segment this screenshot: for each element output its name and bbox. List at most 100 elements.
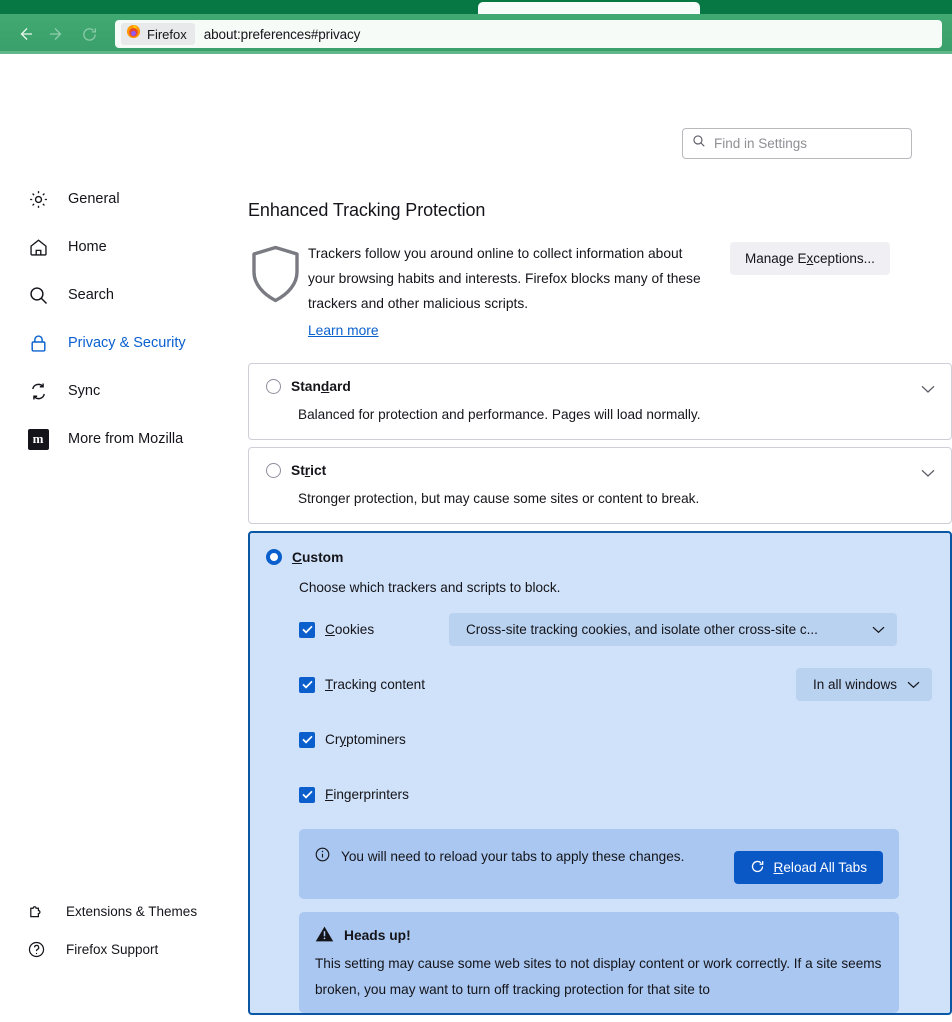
search-icon bbox=[27, 284, 49, 306]
lock-icon bbox=[27, 332, 49, 354]
checkbox-tracking-content[interactable] bbox=[299, 677, 315, 693]
gear-icon bbox=[27, 188, 49, 210]
cookies-select[interactable]: Cross-site tracking cookies, and isolate… bbox=[449, 613, 897, 646]
sidebar-item-more-from-mozilla[interactable]: m More from Mozilla bbox=[0, 422, 248, 456]
reload-tabs-notice: You will need to reload your tabs to app… bbox=[299, 829, 899, 899]
mozilla-icon: m bbox=[27, 428, 49, 450]
reload-icon bbox=[81, 26, 98, 43]
cryptominers-label: Cryptominers bbox=[325, 732, 406, 747]
reload-button[interactable] bbox=[74, 19, 104, 49]
arrow-right-icon bbox=[48, 25, 66, 43]
shield-icon bbox=[248, 241, 308, 310]
warning-header: Heads up! bbox=[315, 925, 883, 946]
sidebar-item-sync[interactable]: Sync bbox=[0, 374, 248, 408]
info-circle-icon bbox=[315, 847, 330, 867]
fingerprinters-label: Fingerprinters bbox=[325, 787, 409, 802]
tracking-content-select-wrap: In all windows bbox=[449, 668, 932, 701]
chevron-down-icon[interactable] bbox=[921, 465, 935, 483]
standard-header: Standard bbox=[266, 379, 933, 394]
sidebar-item-home[interactable]: Home bbox=[0, 230, 248, 264]
forward-button[interactable] bbox=[42, 19, 72, 49]
tab-strip bbox=[0, 0, 952, 14]
protection-level-strict[interactable]: Strict Stronger protection, but may caus… bbox=[248, 447, 952, 524]
home-icon bbox=[27, 236, 49, 258]
puzzle-icon bbox=[26, 901, 46, 921]
option-row-fingerprinters: Fingerprinters bbox=[299, 774, 932, 815]
sidebar-item-label: Extensions & Themes bbox=[66, 904, 197, 919]
sidebar-footer: Extensions & Themes Firefox Support bbox=[0, 896, 248, 972]
strict-title: Strict bbox=[291, 463, 326, 478]
warning-body: This setting may cause some web sites to… bbox=[315, 951, 883, 1003]
arrow-left-icon bbox=[16, 25, 34, 43]
intro-block: Trackers follow you around online to col… bbox=[248, 241, 952, 343]
option-row-cryptominers: Cryptominers bbox=[299, 719, 932, 760]
learn-more-link[interactable]: Learn more bbox=[308, 318, 379, 343]
back-button[interactable] bbox=[10, 19, 40, 49]
firefox-logo-icon bbox=[126, 24, 141, 44]
manage-exceptions-button[interactable]: Manage Exceptions... bbox=[730, 242, 890, 275]
sidebar-item-label: Search bbox=[68, 287, 114, 303]
strict-header: Strict bbox=[266, 463, 933, 478]
search-settings-box[interactable] bbox=[682, 128, 912, 159]
sidebar-item-label: General bbox=[68, 191, 120, 207]
reload-notice-message: You will need to reload your tabs to app… bbox=[341, 844, 723, 870]
cookies-label-group[interactable]: Cookies bbox=[299, 622, 449, 638]
cookies-select-value: Cross-site tracking cookies, and isolate… bbox=[466, 622, 818, 637]
custom-title: Custom bbox=[292, 550, 343, 565]
sidebar-item-label: Privacy & Security bbox=[68, 335, 186, 351]
intro-paragraph: Trackers follow you around online to col… bbox=[308, 246, 701, 311]
radio-standard[interactable] bbox=[266, 379, 281, 394]
checkbox-fingerprinters[interactable] bbox=[299, 787, 315, 803]
sidebar-item-label: Firefox Support bbox=[66, 942, 158, 957]
tracking-content-select[interactable]: In all windows bbox=[796, 668, 932, 701]
tracking-content-label: Tracking content bbox=[325, 677, 425, 692]
main-content: Enhanced Tracking Protection Trackers fo… bbox=[248, 182, 952, 1022]
url-text: about:preferences#privacy bbox=[204, 27, 361, 42]
standard-description: Balanced for protection and performance.… bbox=[298, 407, 933, 422]
question-circle-icon bbox=[26, 939, 46, 959]
cookies-label: Cookies bbox=[325, 622, 374, 637]
sidebar-item-firefox-support[interactable]: Firefox Support bbox=[0, 934, 248, 964]
settings-sidebar: General Home Search bbox=[0, 182, 248, 470]
protection-levels: Standard Balanced for protection and per… bbox=[248, 363, 952, 1015]
sidebar-item-label: Home bbox=[68, 239, 107, 255]
strict-description: Stronger protection, but may cause some … bbox=[298, 491, 933, 506]
chevron-down-icon bbox=[907, 677, 920, 692]
sidebar-item-search[interactable]: Search bbox=[0, 278, 248, 312]
search-icon bbox=[692, 134, 706, 153]
option-row-tracking-content: Tracking content In all windows bbox=[299, 664, 932, 705]
warning-title: Heads up! bbox=[344, 928, 411, 943]
fingerprinters-label-group[interactable]: Fingerprinters bbox=[299, 787, 409, 803]
mozilla-badge-label: m bbox=[28, 429, 49, 450]
reload-all-tabs-label: Reload All Tabs bbox=[774, 860, 867, 875]
sidebar-item-general[interactable]: General bbox=[0, 182, 248, 216]
sidebar-item-extensions-themes[interactable]: Extensions & Themes bbox=[0, 896, 248, 926]
protection-level-custom[interactable]: Custom Choose which trackers and scripts… bbox=[248, 531, 952, 1015]
option-row-cookies: Cookies Cross-site tracking cookies, and… bbox=[299, 609, 932, 650]
cryptominers-label-group[interactable]: Cryptominers bbox=[299, 732, 406, 748]
checkbox-cryptominers[interactable] bbox=[299, 732, 315, 748]
identity-chip-label: Firefox bbox=[147, 27, 187, 42]
heads-up-warning: Heads up! This setting may cause some we… bbox=[299, 912, 899, 1013]
protection-level-standard[interactable]: Standard Balanced for protection and per… bbox=[248, 363, 952, 440]
sidebar-item-label: Sync bbox=[68, 383, 100, 399]
search-input[interactable] bbox=[714, 136, 902, 151]
standard-title: Standard bbox=[291, 379, 351, 394]
checkbox-cookies[interactable] bbox=[299, 622, 315, 638]
settings-page: General Home Search bbox=[0, 54, 952, 981]
tracking-content-select-value: In all windows bbox=[813, 677, 897, 692]
intro-copy: Trackers follow you around online to col… bbox=[308, 241, 706, 343]
address-bar[interactable]: Firefox about:preferences#privacy bbox=[115, 20, 942, 48]
custom-header: Custom bbox=[266, 549, 932, 565]
identity-chip[interactable]: Firefox bbox=[121, 23, 195, 45]
warning-triangle-icon bbox=[315, 925, 334, 946]
chevron-down-icon[interactable] bbox=[921, 381, 935, 399]
browser-chrome: Firefox about:preferences#privacy bbox=[0, 0, 952, 54]
sidebar-item-privacy-security[interactable]: Privacy & Security bbox=[0, 326, 248, 360]
custom-description: Choose which trackers and scripts to blo… bbox=[299, 580, 932, 595]
radio-custom[interactable] bbox=[266, 549, 282, 565]
tracking-content-label-group[interactable]: Tracking content bbox=[299, 677, 449, 693]
reload-all-tabs-button[interactable]: Reload All Tabs bbox=[734, 851, 883, 884]
sidebar-item-label: More from Mozilla bbox=[68, 431, 183, 447]
radio-strict[interactable] bbox=[266, 463, 281, 478]
